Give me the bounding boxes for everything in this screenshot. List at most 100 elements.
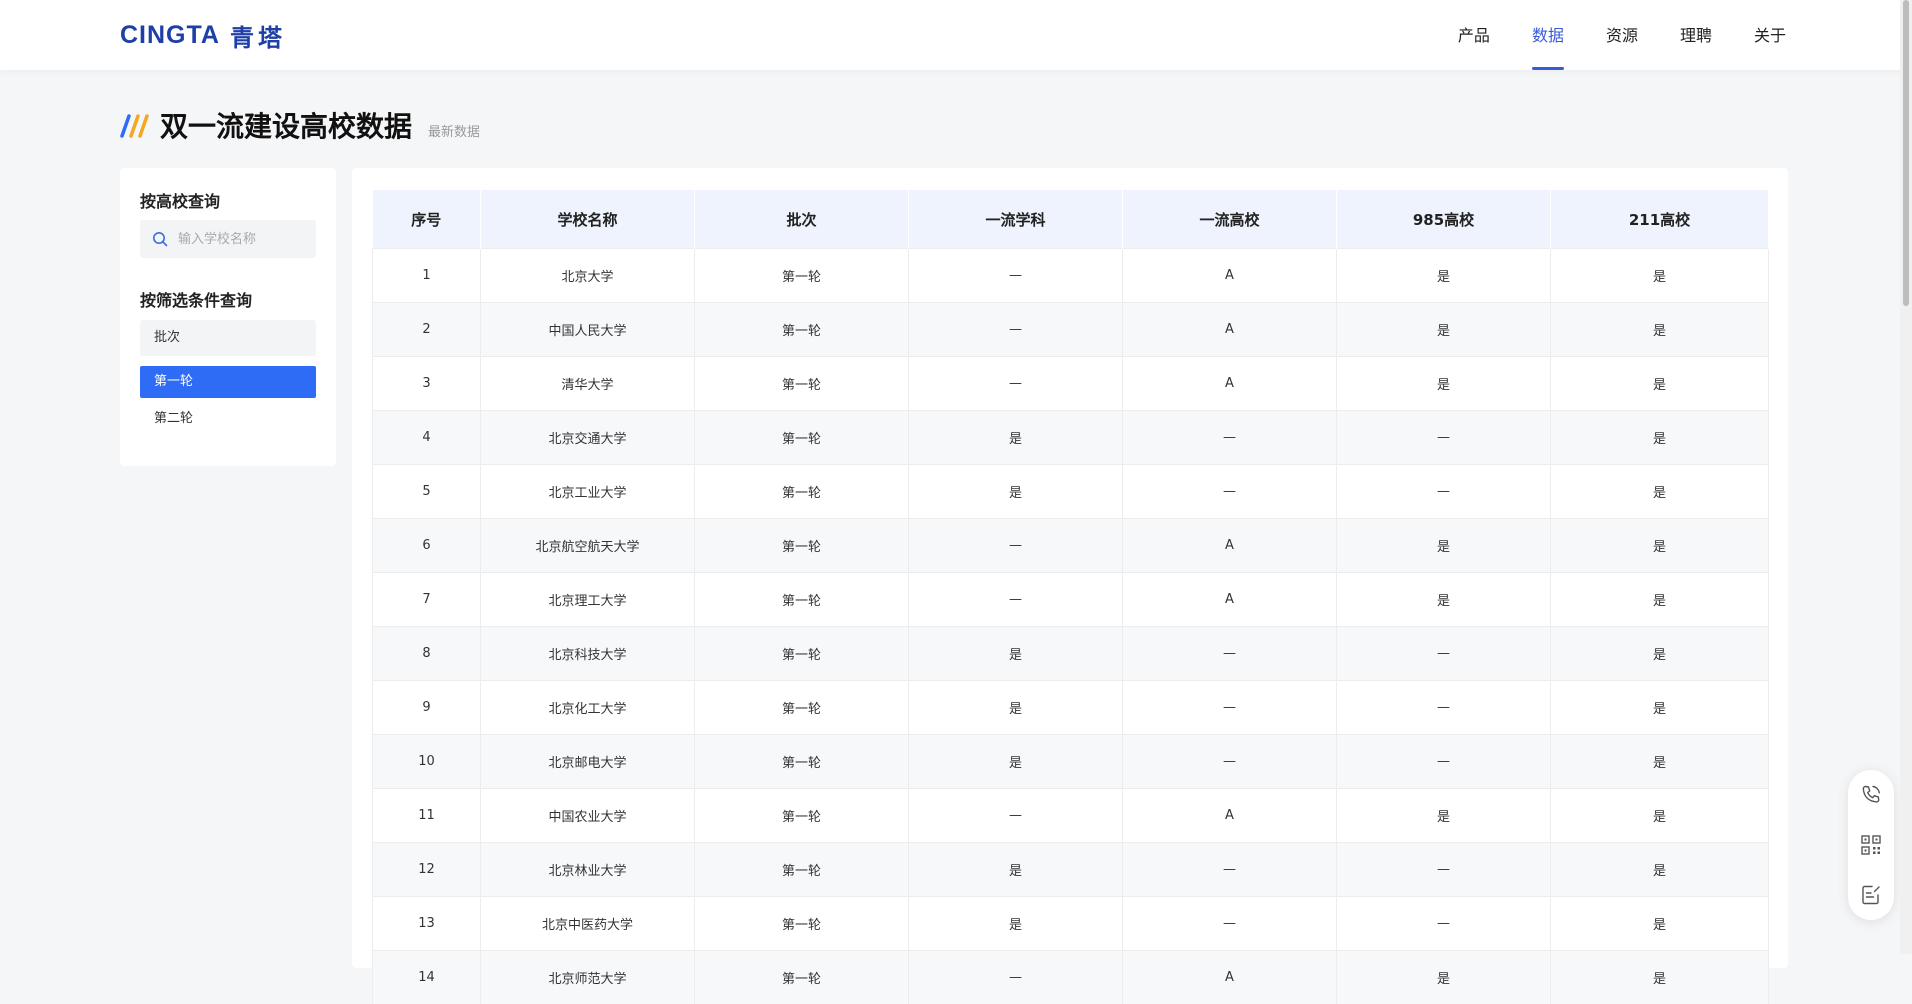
table-cell: 第一轮 bbox=[695, 573, 909, 627]
table-cell: A bbox=[1123, 303, 1337, 357]
filter-option-round-1[interactable]: 第一轮 bbox=[140, 366, 316, 398]
table-cell: 是 bbox=[1551, 357, 1769, 411]
nav-item-3[interactable]: 理聘 bbox=[1680, 0, 1712, 70]
edit-note-icon[interactable] bbox=[1859, 883, 1883, 907]
table-cell: 是 bbox=[909, 627, 1123, 681]
table-row[interactable]: 9北京化工大学第一轮是——是 bbox=[373, 681, 1769, 735]
nav-item-1[interactable]: 数据 bbox=[1532, 0, 1564, 70]
table-cell[interactable]: 北京航空航天大学 bbox=[481, 519, 695, 573]
search-heading: 按高校查询 bbox=[140, 188, 220, 212]
table-cell[interactable]: 北京化工大学 bbox=[481, 681, 695, 735]
table-cell: — bbox=[909, 249, 1123, 303]
table-cell: — bbox=[909, 519, 1123, 573]
table-cell[interactable]: 北京师范大学 bbox=[481, 951, 695, 1004]
table-cell[interactable]: 北京理工大学 bbox=[481, 573, 695, 627]
table-cell: 是 bbox=[909, 411, 1123, 465]
cingta-logo[interactable]: CINGTA 青塔 bbox=[120, 20, 286, 50]
table-cell: — bbox=[1337, 735, 1551, 789]
table-cell[interactable]: 北京林业大学 bbox=[481, 843, 695, 897]
table-cell: 第一轮 bbox=[695, 897, 909, 951]
table-cell: 9 bbox=[373, 681, 481, 735]
table-cell: 2 bbox=[373, 303, 481, 357]
table-row[interactable]: 10北京邮电大学第一轮是——是 bbox=[373, 735, 1769, 789]
table-row[interactable]: 3清华大学第一轮—A是是 bbox=[373, 357, 1769, 411]
table-cell: 是 bbox=[1551, 249, 1769, 303]
table-cell: 是 bbox=[1551, 789, 1769, 843]
filter-group-batch[interactable]: 批次 bbox=[140, 320, 316, 356]
table-cell: — bbox=[1337, 465, 1551, 519]
column-header: 序号 bbox=[373, 190, 481, 249]
logo-en-text: CINGTA bbox=[120, 21, 220, 50]
filter-option-round-2[interactable]: 第二轮 bbox=[140, 403, 316, 435]
school-search-input[interactable] bbox=[176, 231, 310, 248]
table-cell: 第一轮 bbox=[695, 249, 909, 303]
table-row[interactable]: 5北京工业大学第一轮是——是 bbox=[373, 465, 1769, 519]
table-row[interactable]: 6北京航空航天大学第一轮—A是是 bbox=[373, 519, 1769, 573]
table-cell: 第一轮 bbox=[695, 627, 909, 681]
universities-table: 序号学校名称批次一流学科一流高校985高校211高校 1北京大学第一轮—A是是2… bbox=[372, 190, 1769, 1004]
table-cell: 是 bbox=[909, 843, 1123, 897]
table-cell: — bbox=[1123, 735, 1337, 789]
table-cell: 1 bbox=[373, 249, 481, 303]
nav-item-0[interactable]: 产品 bbox=[1458, 0, 1490, 70]
column-header: 211高校 bbox=[1551, 190, 1769, 249]
table-cell[interactable]: 北京中医药大学 bbox=[481, 897, 695, 951]
table-cell: A bbox=[1123, 249, 1337, 303]
table-cell: 是 bbox=[1337, 951, 1551, 1004]
table-cell: — bbox=[1337, 897, 1551, 951]
table-cell: 第一轮 bbox=[695, 951, 909, 1004]
table-row[interactable]: 2中国人民大学第一轮—A是是 bbox=[373, 303, 1769, 357]
table-row[interactable]: 7北京理工大学第一轮—A是是 bbox=[373, 573, 1769, 627]
table-cell[interactable]: 北京科技大学 bbox=[481, 627, 695, 681]
page-heading: 双一流建设高校数据 最新数据 bbox=[120, 104, 480, 144]
table-cell[interactable]: 北京工业大学 bbox=[481, 465, 695, 519]
table-row[interactable]: 14北京师范大学第一轮—A是是 bbox=[373, 951, 1769, 1004]
table-cell[interactable]: 中国人民大学 bbox=[481, 303, 695, 357]
table-cell[interactable]: 北京大学 bbox=[481, 249, 695, 303]
table-cell: 14 bbox=[373, 951, 481, 1004]
table-row[interactable]: 13北京中医药大学第一轮是——是 bbox=[373, 897, 1769, 951]
table-cell: 第一轮 bbox=[695, 357, 909, 411]
table-cell: A bbox=[1123, 573, 1337, 627]
logo-cn-text: 青塔 bbox=[230, 18, 286, 53]
table-cell[interactable]: 中国农业大学 bbox=[481, 789, 695, 843]
table-row[interactable]: 4北京交通大学第一轮是——是 bbox=[373, 411, 1769, 465]
table-cell: 13 bbox=[373, 897, 481, 951]
main-nav: 产品数据资源理聘关于 bbox=[1416, 0, 1786, 70]
table-cell: — bbox=[1123, 843, 1337, 897]
scrollbar-thumb[interactable] bbox=[1903, 0, 1909, 306]
table-cell: 是 bbox=[909, 897, 1123, 951]
table-row[interactable]: 12北京林业大学第一轮是——是 bbox=[373, 843, 1769, 897]
table-cell: A bbox=[1123, 789, 1337, 843]
page-scrollbar[interactable] bbox=[1900, 0, 1912, 954]
table-cell: A bbox=[1123, 519, 1337, 573]
table-cell: 是 bbox=[1551, 573, 1769, 627]
table-cell[interactable]: 清华大学 bbox=[481, 357, 695, 411]
table-row[interactable]: 8北京科技大学第一轮是——是 bbox=[373, 627, 1769, 681]
table-cell: 是 bbox=[909, 465, 1123, 519]
table-cell: 第一轮 bbox=[695, 843, 909, 897]
column-header: 985高校 bbox=[1337, 190, 1551, 249]
school-search-box[interactable] bbox=[140, 220, 316, 258]
table-cell: 是 bbox=[1551, 681, 1769, 735]
table-cell: 是 bbox=[1551, 843, 1769, 897]
table-cell: 是 bbox=[1337, 519, 1551, 573]
table-cell[interactable]: 北京邮电大学 bbox=[481, 735, 695, 789]
table-row[interactable]: 11中国农业大学第一轮—A是是 bbox=[373, 789, 1769, 843]
table-cell: 是 bbox=[1337, 789, 1551, 843]
phone-icon[interactable] bbox=[1859, 783, 1883, 807]
table-cell: — bbox=[1123, 627, 1337, 681]
table-cell: 是 bbox=[1551, 897, 1769, 951]
nav-item-4[interactable]: 关于 bbox=[1754, 0, 1786, 70]
qrcode-icon[interactable] bbox=[1859, 833, 1883, 857]
table-cell: 11 bbox=[373, 789, 481, 843]
table-cell: 是 bbox=[1551, 411, 1769, 465]
table-cell: — bbox=[1337, 843, 1551, 897]
filter-heading: 按筛选条件查询 bbox=[140, 287, 252, 311]
table-cell: A bbox=[1123, 357, 1337, 411]
table-cell: — bbox=[909, 573, 1123, 627]
table-row[interactable]: 1北京大学第一轮—A是是 bbox=[373, 249, 1769, 303]
page-subtitle: 最新数据 bbox=[428, 121, 480, 140]
nav-item-2[interactable]: 资源 bbox=[1606, 0, 1638, 70]
table-cell[interactable]: 北京交通大学 bbox=[481, 411, 695, 465]
